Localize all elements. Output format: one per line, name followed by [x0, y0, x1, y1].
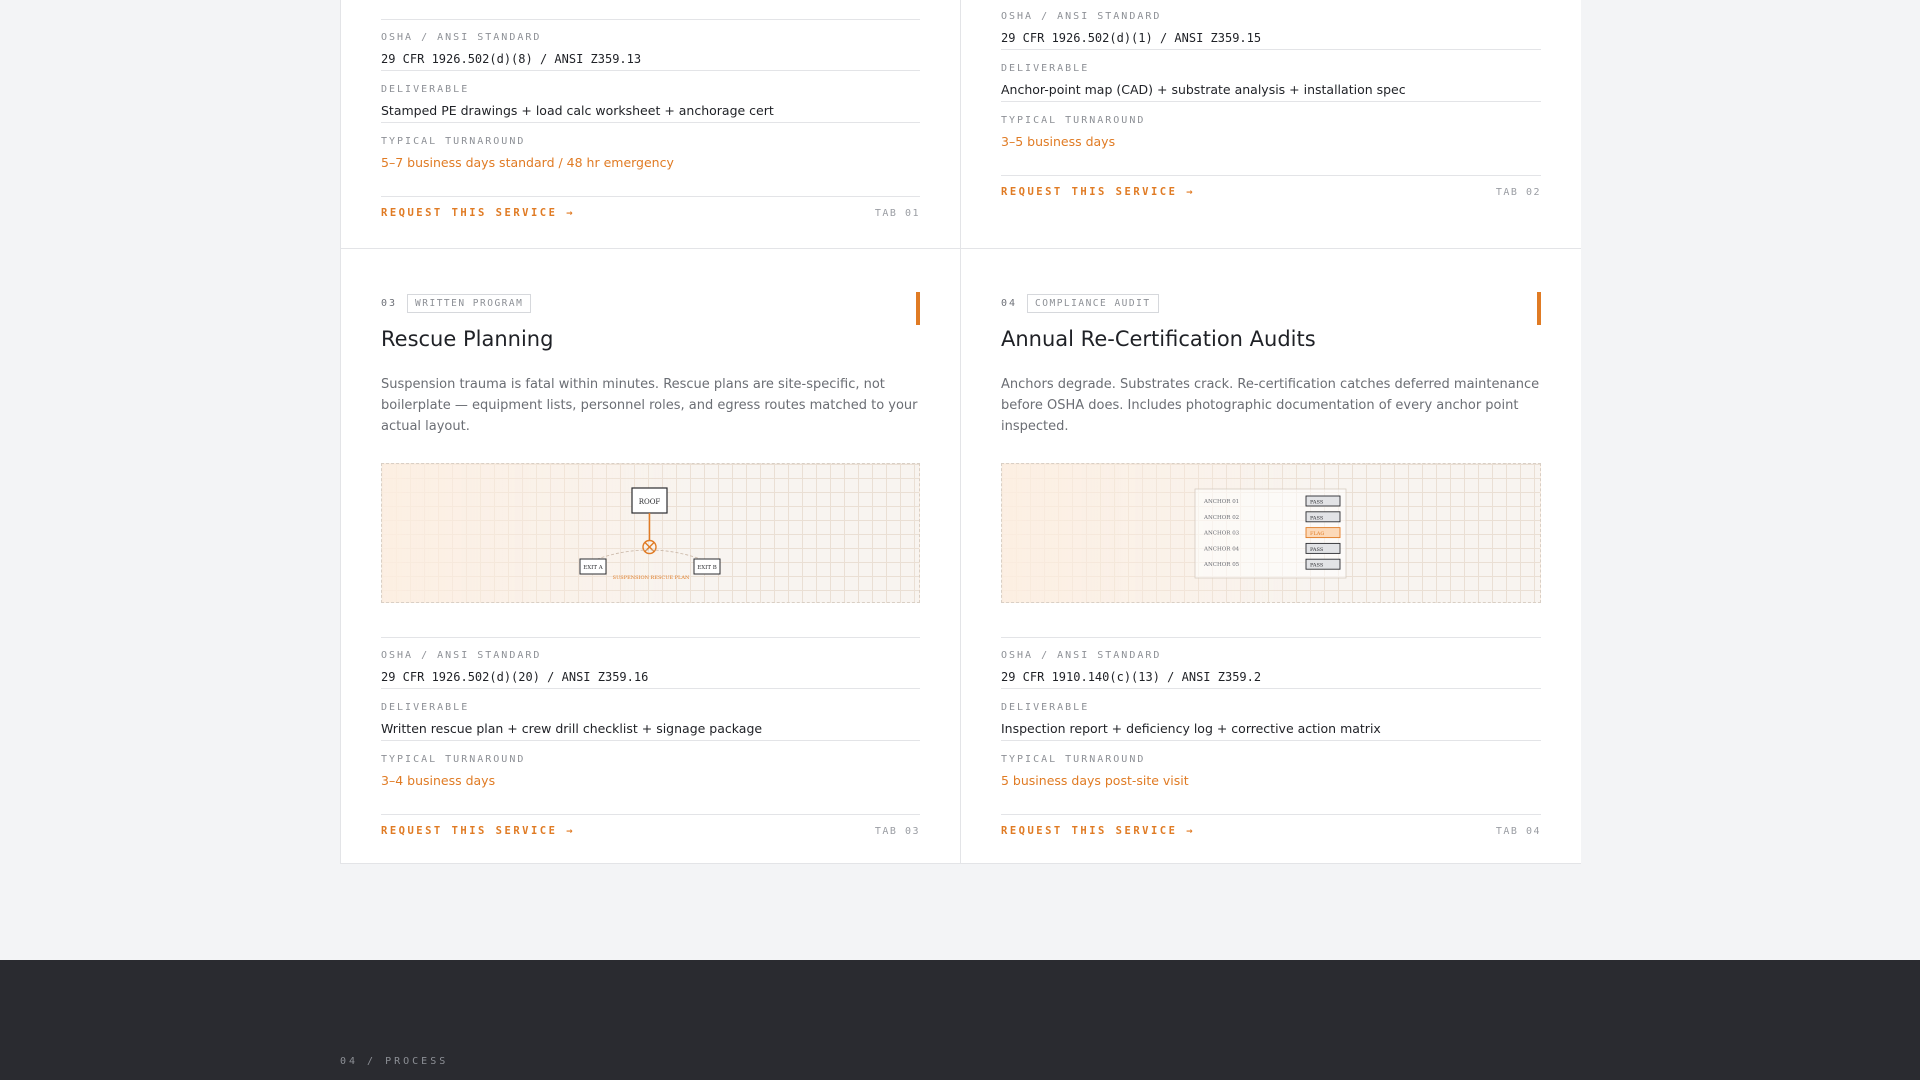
accent-bar — [916, 292, 920, 325]
service-card-03: 03 WRITTEN PROGRAM Rescue Planning Suspe… — [341, 249, 961, 864]
card-footer: REQUEST THIS SERVICE → TAB 04 — [1001, 814, 1541, 837]
spec-label: OSHA / ANSI STANDARD — [381, 650, 542, 661]
spec-list: OSHA / ANSI STANDARD 29 CFR 1926.502(d)(… — [381, 19, 920, 219]
spec-turnaround: TYPICAL TURNAROUND 5–7 business days sta… — [381, 135, 920, 174]
spec-value: 29 CFR 1926.502(d)(1) / ANSI Z359.15 — [1001, 31, 1262, 45]
card-category-tag: WRITTEN PROGRAM — [407, 293, 532, 313]
spec-block: OSHA / ANSI STANDARD 29 CFR 1926.502(d)(… — [381, 19, 920, 174]
spec-label: TYPICAL TURNAROUND — [381, 754, 526, 765]
audit-status-text: PASS — [1310, 500, 1324, 506]
spec-value: 5–7 business days standard / 48 hr emerg… — [381, 155, 674, 170]
section-label: 04 / PROCESS — [340, 1056, 449, 1067]
spec-value: 29 CFR 1926.502(d)(20) / ANSI Z359.16 — [381, 670, 649, 684]
card-number: 04 — [1001, 297, 1018, 309]
card-header: 04 COMPLIANCE AUDIT — [1001, 292, 1541, 314]
spec-value: Anchor-point map (CAD) + substrate analy… — [1001, 82, 1406, 97]
card-number: 03 — [381, 297, 398, 309]
audit-status-text: FLAG — [1310, 531, 1324, 537]
card-header: 03 WRITTEN PROGRAM — [381, 292, 920, 314]
request-service-link[interactable]: REQUEST THIS SERVICE → — [1001, 825, 1195, 837]
process-section: 04 / PROCESS — [0, 960, 1920, 1080]
spec-label: TYPICAL TURNAROUND — [1001, 115, 1146, 126]
spec-deliverable: DELIVERABLE Inspection report + deficien… — [1001, 701, 1541, 741]
card-footer: REQUEST THIS SERVICE → TAB 02 — [1001, 175, 1541, 198]
card-description: Suspension trauma is fatal within minute… — [381, 377, 918, 434]
audit-row-label: ANCHOR 01 — [1203, 499, 1239, 505]
egress-path — [591, 549, 707, 562]
spec-label: DELIVERABLE — [381, 702, 470, 713]
spec-standard: OSHA / ANSI STANDARD 29 CFR 1926.502(d)(… — [1001, 10, 1541, 50]
service-card-01: OSHA / ANSI STANDARD 29 CFR 1926.502(d)(… — [341, 0, 961, 249]
spec-label: OSHA / ANSI STANDARD — [381, 32, 542, 43]
card-title: Annual Re-Certification Audits — [1001, 327, 1316, 351]
rescue-plan-diagram: ROOF EXIT A EXIT B SUSPENSION RESCUE PLA… — [381, 463, 920, 603]
roof-label: ROOF — [639, 498, 661, 506]
services-grid: OSHA / ANSI STANDARD 29 CFR 1926.502(d)(… — [340, 0, 1581, 864]
tab-reference: TAB 01 — [874, 207, 920, 219]
spec-deliverable: DELIVERABLE Written rescue plan + crew d… — [381, 701, 920, 741]
spec-list: OSHA / ANSI STANDARD 29 CFR 1926.502(d)(… — [1001, 0, 1541, 198]
card-footer: REQUEST THIS SERVICE → TAB 01 — [381, 196, 920, 219]
request-service-link[interactable]: REQUEST THIS SERVICE → — [1001, 186, 1195, 198]
spec-block: OSHA / ANSI STANDARD 29 CFR 1926.502(d)(… — [381, 637, 920, 792]
exit-a-label: EXIT A — [583, 565, 604, 571]
spec-standard: OSHA / ANSI STANDARD 29 CFR 1926.502(d)(… — [381, 31, 920, 71]
audit-row-label: ANCHOR 03 — [1203, 531, 1240, 537]
spec-label: DELIVERABLE — [381, 84, 470, 95]
spec-label: OSHA / ANSI STANDARD — [1001, 11, 1162, 22]
tab-reference: TAB 03 — [874, 825, 920, 837]
spec-value: 3–5 business days — [1001, 134, 1116, 149]
audit-row-label: ANCHOR 05 — [1203, 562, 1240, 568]
spec-deliverable: DELIVERABLE Stamped PE drawings + load c… — [381, 83, 920, 123]
spec-turnaround: TYPICAL TURNAROUND 5 business days post-… — [1001, 753, 1541, 792]
spec-value: 29 CFR 1926.502(d)(8) / ANSI Z359.13 — [381, 52, 642, 66]
spec-value: 5 business days post-site visit — [1001, 773, 1189, 788]
audit-status-text: PASS — [1310, 563, 1324, 569]
spec-standard: OSHA / ANSI STANDARD 29 CFR 1910.140(c)(… — [1001, 649, 1541, 689]
request-service-link[interactable]: REQUEST THIS SERVICE → — [381, 207, 575, 219]
service-card-04: 04 COMPLIANCE AUDIT Annual Re-Certificat… — [961, 249, 1581, 864]
spec-value: 29 CFR 1910.140(c)(13) / ANSI Z359.2 — [1001, 670, 1262, 684]
spec-label: OSHA / ANSI STANDARD — [1001, 650, 1162, 661]
spec-deliverable: DELIVERABLE Anchor-point map (CAD) + sub… — [1001, 62, 1541, 102]
tab-reference: TAB 02 — [1495, 186, 1541, 198]
spec-block: OSHA / ANSI STANDARD 29 CFR 1910.140(c)(… — [1001, 637, 1541, 792]
audit-status-text: PASS — [1310, 515, 1324, 521]
spec-label: DELIVERABLE — [1001, 63, 1090, 74]
diagram-caption: SUSPENSION RESCUE PLAN — [613, 575, 690, 581]
spec-block: OSHA / ANSI STANDARD 29 CFR 1926.502(d)(… — [1001, 0, 1541, 153]
spec-value: 3–4 business days — [381, 773, 496, 788]
audit-row-label: ANCHOR 02 — [1203, 515, 1239, 521]
spec-turnaround: TYPICAL TURNAROUND 3–5 business days — [1001, 114, 1541, 153]
spec-label: TYPICAL TURNAROUND — [381, 136, 526, 147]
audit-status-text: PASS — [1310, 547, 1324, 553]
request-service-link[interactable]: REQUEST THIS SERVICE → — [381, 825, 575, 837]
rescue-diagram-svg: ROOF EXIT A EXIT B SUSPENSION RESCUE PLA… — [579, 487, 721, 581]
audit-checklist-diagram: ANCHOR 01 PASS ANCHOR 02 PASS ANCHOR 03 FLAG A… — [1001, 463, 1541, 603]
audit-diagram-svg: ANCHOR 01 PASS ANCHOR 02 PASS ANCHOR 03 FLAG A… — [1194, 488, 1347, 579]
tab-reference: TAB 04 — [1495, 825, 1541, 837]
accent-bar — [1537, 292, 1541, 325]
card-title: Rescue Planning — [381, 327, 554, 351]
service-card-02: OSHA / ANSI STANDARD 29 CFR 1926.502(d)(… — [961, 0, 1581, 249]
spec-turnaround: TYPICAL TURNAROUND 3–4 business days — [381, 753, 920, 792]
card-description: Anchors degrade. Substrates crack. Re-ce… — [1001, 377, 1540, 434]
spec-value: Written rescue plan + crew drill checkli… — [381, 721, 763, 736]
card-footer: REQUEST THIS SERVICE → TAB 03 — [381, 814, 920, 837]
spec-label: TYPICAL TURNAROUND — [1001, 754, 1146, 765]
spec-standard: OSHA / ANSI STANDARD 29 CFR 1926.502(d)(… — [381, 649, 920, 689]
spec-label: DELIVERABLE — [1001, 702, 1090, 713]
card-category-tag: COMPLIANCE AUDIT — [1027, 293, 1159, 313]
exit-b-label: EXIT B — [697, 565, 717, 571]
audit-row-label: ANCHOR 04 — [1203, 546, 1240, 552]
spec-value: Stamped PE drawings + load calc workshee… — [381, 103, 774, 118]
spec-value: Inspection report + deficiency log + cor… — [1001, 721, 1381, 736]
